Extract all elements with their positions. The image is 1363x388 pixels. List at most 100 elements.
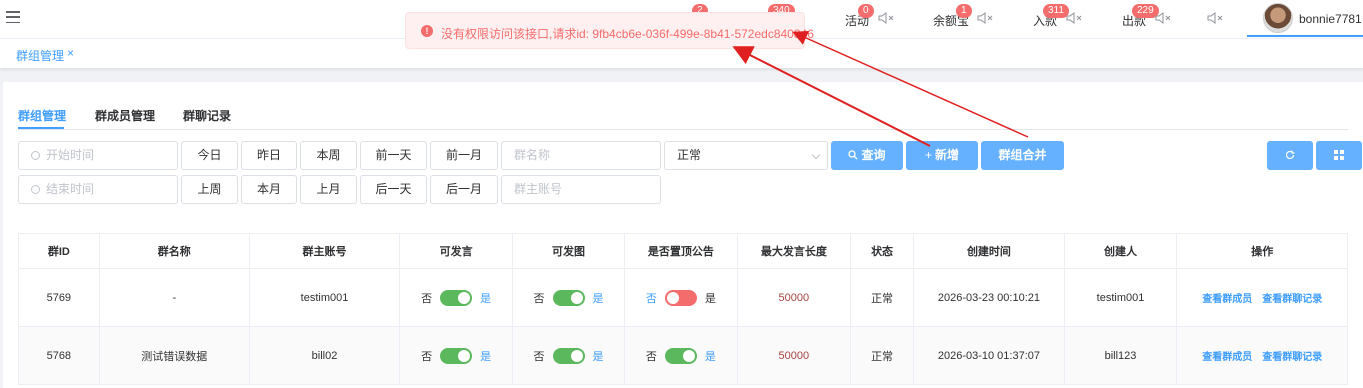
- divider: [18, 129, 1348, 130]
- add-label: 新增: [935, 148, 960, 162]
- table-row: 5768 测试错误数据 bill02 否是 否是 否是 50000 正常 202…: [18, 326, 1348, 385]
- end-time-placeholder: 结束时间: [46, 182, 95, 196]
- close-icon[interactable]: ×: [67, 46, 74, 60]
- cell-group-name: 测试错误数据: [98, 326, 250, 385]
- cell-pin-announcement: 否是: [623, 268, 738, 327]
- last-month-button[interactable]: 上月: [300, 175, 357, 204]
- start-time-input[interactable]: 开始时间: [18, 141, 178, 170]
- switch-on-label: 是: [480, 350, 492, 363]
- this-month-button[interactable]: 本月: [241, 175, 297, 204]
- speak-toggle[interactable]: [440, 347, 473, 364]
- cell-group-id: 5768: [18, 326, 100, 385]
- switch-off-label: 否: [421, 292, 433, 305]
- search-icon: [848, 150, 858, 160]
- switch-on-label: 是: [592, 350, 604, 363]
- header-status: 状态: [849, 233, 915, 269]
- pin-toggle[interactable]: [664, 289, 697, 306]
- subtab-chat-records[interactable]: 群聊记录: [183, 107, 231, 124]
- avatar: [1263, 3, 1293, 33]
- next-day-button[interactable]: 后一天: [360, 175, 427, 204]
- user-menu[interactable]: bonnie7781: [1247, 0, 1363, 37]
- subtab-group-management[interactable]: 群组管理: [18, 107, 66, 124]
- yesterday-button[interactable]: 昨日: [241, 141, 297, 170]
- header-created-time: 创建时间: [913, 233, 1065, 269]
- owner-account-input[interactable]: 群主账号: [501, 175, 661, 204]
- username: bonnie7781: [1299, 12, 1362, 26]
- error-icon: !: [421, 25, 433, 37]
- yuebao-badge: 1: [956, 4, 972, 18]
- speak-toggle[interactable]: [440, 289, 473, 306]
- grid-icon: [1334, 150, 1344, 160]
- previous-month-button[interactable]: 前一月: [430, 141, 498, 170]
- pin-toggle[interactable]: [664, 347, 697, 364]
- view-members-link[interactable]: 查看群成员: [1202, 294, 1252, 305]
- tab-group-management[interactable]: 群组管理: [16, 47, 64, 64]
- muted-speaker-icon[interactable]: [1066, 11, 1084, 25]
- error-message: 没有权限访问该接口,请求id: 9fb4cb6e-036f-499e-8b41-…: [441, 27, 814, 41]
- switch-on-label: 是: [480, 292, 492, 305]
- group-table: 群ID 群名称 群主账号 可发言 可发图 是否置顶公告 最大发言长度 状态 创建…: [18, 233, 1348, 385]
- switch-off-label: 否: [533, 292, 545, 305]
- cell-max-length: 50000: [736, 326, 851, 385]
- cell-can-speak: 否是: [399, 326, 514, 385]
- cell-pin-announcement: 否是: [623, 326, 738, 385]
- this-week-button[interactable]: 本周: [300, 141, 357, 170]
- header-can-speak: 可发言: [399, 233, 514, 269]
- header-pin-announcement: 是否置顶公告: [623, 233, 738, 269]
- cell-actions: 查看群成员 查看群聊记录: [1176, 268, 1348, 327]
- image-toggle[interactable]: [552, 289, 585, 306]
- error-toast: ! 没有权限访问该接口,请求id: 9fb4cb6e-036f-499e-8b4…: [405, 12, 814, 49]
- merge-group-button[interactable]: 群组合并: [981, 141, 1064, 170]
- activity-badge: 0: [858, 4, 874, 18]
- refresh-icon: [1285, 150, 1295, 160]
- muted-speaker-icon[interactable]: [1207, 11, 1225, 25]
- header-actions: 操作: [1176, 233, 1348, 269]
- cell-created-time: 2026-03-10 01:37:07: [913, 326, 1065, 385]
- switch-off-label: 否: [645, 292, 657, 305]
- muted-speaker-icon[interactable]: [977, 11, 995, 25]
- subtab-member-management[interactable]: 群成员管理: [95, 107, 155, 124]
- cell-can-send-image: 否是: [512, 326, 625, 385]
- switch-off-label: 否: [533, 350, 545, 363]
- chevron-down-icon: [811, 150, 821, 160]
- add-button[interactable]: + 新增: [906, 141, 978, 170]
- header-group-name: 群名称: [98, 233, 250, 269]
- menu-toggle-icon[interactable]: [6, 11, 20, 23]
- query-label: 查询: [861, 148, 886, 162]
- image-toggle[interactable]: [552, 347, 585, 364]
- muted-speaker-icon[interactable]: [1155, 11, 1173, 25]
- query-button[interactable]: 查询: [831, 141, 903, 170]
- table-row: 5769 - testim001 否是 否是 否是 50000 正常 2026-…: [18, 268, 1348, 327]
- today-button[interactable]: 今日: [181, 141, 238, 170]
- status-select[interactable]: 正常: [664, 141, 828, 170]
- switch-on-label: 是: [704, 350, 716, 363]
- refresh-button[interactable]: [1267, 141, 1313, 170]
- cell-group-name: -: [98, 268, 250, 327]
- header-owner-account: 群主账号: [248, 233, 401, 269]
- muted-speaker-icon[interactable]: [878, 11, 896, 25]
- cell-can-send-image: 否是: [512, 268, 625, 327]
- next-month-button[interactable]: 后一月: [430, 175, 498, 204]
- view-chat-records-link[interactable]: 查看群聊记录: [1262, 352, 1322, 363]
- end-time-input[interactable]: 结束时间: [18, 175, 178, 204]
- header-group-id: 群ID: [18, 233, 100, 269]
- view-chat-records-link[interactable]: 查看群聊记录: [1262, 294, 1322, 305]
- cell-can-speak: 否是: [399, 268, 514, 327]
- table-header-row: 群ID 群名称 群主账号 可发言 可发图 是否置顶公告 最大发言长度 状态 创建…: [18, 233, 1348, 269]
- active-tab-indicator: [18, 127, 64, 129]
- header-can-send-image: 可发图: [512, 233, 625, 269]
- cell-max-length: 50000: [736, 268, 851, 327]
- previous-day-button[interactable]: 前一天: [360, 141, 427, 170]
- switch-off-label: 否: [421, 350, 433, 363]
- last-week-button[interactable]: 上周: [181, 175, 238, 204]
- grid-view-button[interactable]: [1316, 141, 1362, 170]
- group-name-input[interactable]: 群名称: [501, 141, 661, 170]
- cell-created-time: 2026-03-23 00:10:21: [913, 268, 1065, 327]
- cell-creator: testim001: [1063, 268, 1178, 327]
- cell-owner: testim001: [248, 268, 401, 327]
- cell-status: 正常: [849, 268, 915, 327]
- header-max-length: 最大发言长度: [736, 233, 851, 269]
- switch-on-label: 是: [704, 292, 716, 305]
- view-members-link[interactable]: 查看群成员: [1202, 352, 1252, 363]
- cell-creator: bill123: [1063, 326, 1178, 385]
